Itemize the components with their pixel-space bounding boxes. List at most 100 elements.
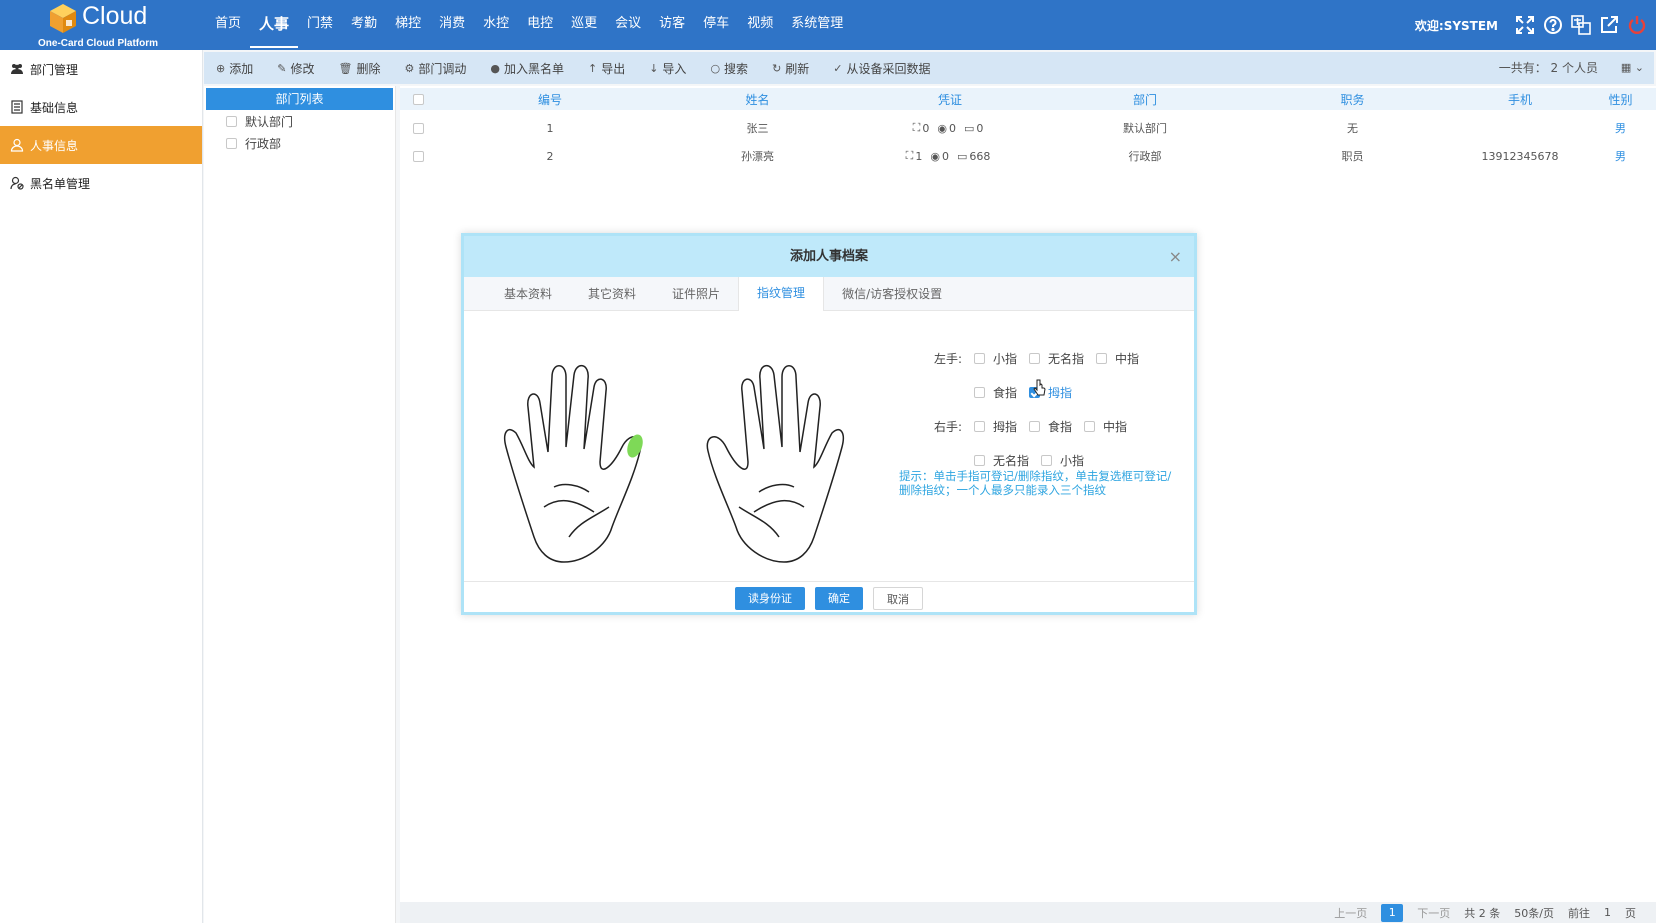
nav-personnel[interactable]: 人事 <box>250 0 299 48</box>
nav-water[interactable]: 水控 <box>474 0 518 48</box>
import-button[interactable]: ↓ 导入 <box>637 60 698 77</box>
group-icon <box>11 64 23 74</box>
close-icon[interactable]: × <box>1169 236 1182 277</box>
row-checkbox[interactable] <box>413 150 424 162</box>
dialog-footer: 读身份证 确定 取消 <box>464 582 1194 614</box>
sidebar: 部门管理 基础信息 人事信息 黑名单管理 <box>0 50 203 923</box>
transfer-button[interactable]: ⚙ 部门调动 <box>392 60 478 77</box>
logo: Cloud One-Card Cloud Platform <box>36 0 166 50</box>
sidebar-item-label: 部门管理 <box>30 62 79 77</box>
welcome-text: 欢迎:SYSTEM <box>1414 18 1498 33</box>
edit-button[interactable]: ✎ 修改 <box>265 60 326 77</box>
fullscreen-icon[interactable] <box>1514 14 1536 36</box>
table-row[interactable]: 2 孙漂亮 ⛶ 1 ◉ 0 ▭ 668 行政部 职员 13912345678 男 <box>400 144 1656 168</box>
goto-page-input[interactable]: 1 <box>1604 906 1611 919</box>
col-phone[interactable]: 手机 <box>1455 91 1585 108</box>
pencil-icon: ✎ <box>277 61 287 75</box>
left-thumb-highlight[interactable] <box>624 432 645 459</box>
nav-system[interactable]: 系统管理 <box>782 0 852 48</box>
delete-button[interactable]: 🗑 删除 <box>326 60 392 77</box>
left-hand[interactable] <box>504 365 646 563</box>
right-little-option[interactable]: 小指 <box>1041 452 1084 469</box>
sidebar-item-basic-info[interactable]: 基础信息 <box>0 88 202 126</box>
prev-page-button[interactable]: 上一页 <box>1334 905 1367 921</box>
nav-consumption[interactable]: 消费 <box>430 0 474 48</box>
page-number-current[interactable]: 1 <box>1381 903 1404 922</box>
page-size-select[interactable]: 50条/页 <box>1514 905 1554 921</box>
next-page-button[interactable]: 下一页 <box>1417 905 1450 921</box>
card-icon: ▭ <box>956 149 968 163</box>
checkbox[interactable] <box>226 137 237 149</box>
nav-parking[interactable]: 停车 <box>694 0 738 48</box>
trash-icon: 🗑 <box>338 61 353 75</box>
nav-visitor[interactable]: 访客 <box>650 0 694 48</box>
checkbox[interactable] <box>226 115 237 127</box>
tab-wechat-visitor[interactable]: 微信/访客授权设置 <box>824 277 960 311</box>
tab-other-info[interactable]: 其它资料 <box>570 277 654 311</box>
left-little-option[interactable]: 小指 <box>974 350 1017 367</box>
blacklist-button[interactable]: ● 加入黑名单 <box>478 60 576 77</box>
nav-attendance[interactable]: 考勤 <box>342 0 386 48</box>
nav-elevator[interactable]: 梯控 <box>386 0 430 48</box>
brand-name: Cloud <box>82 2 148 30</box>
dept-item-default[interactable]: 默认部门 <box>204 110 395 132</box>
external-link-icon[interactable] <box>1598 14 1620 36</box>
confirm-button[interactable]: 确定 <box>815 586 863 610</box>
collect-device-data-button[interactable]: ✓ 从设备采回数据 <box>821 60 942 77</box>
col-id[interactable]: 编号 <box>445 91 655 108</box>
col-name[interactable]: 姓名 <box>655 91 860 108</box>
total-records: 共 2 条 <box>1464 906 1501 920</box>
left-middle-option[interactable]: 中指 <box>1096 350 1139 367</box>
check-icon: ✓ <box>833 61 843 75</box>
sidebar-item-personnel-info[interactable]: 人事信息 <box>0 126 202 164</box>
nav-video[interactable]: 视频 <box>738 0 782 48</box>
sidebar-item-department[interactable]: 部门管理 <box>0 50 202 88</box>
cancel-button[interactable]: 取消 <box>873 586 923 610</box>
hands-diagram[interactable] <box>494 337 854 567</box>
right-hand[interactable] <box>706 365 844 563</box>
document-icon <box>11 100 23 114</box>
top-right-tools: 欢迎:SYSTEM <box>1415 0 1648 50</box>
col-credential[interactable]: 凭证 <box>860 91 1040 108</box>
dept-item-admin[interactable]: 行政部 <box>204 132 395 154</box>
read-id-card-button[interactable]: 读身份证 <box>735 586 805 610</box>
nav-home[interactable]: 首页 <box>206 0 250 48</box>
nav-patrol[interactable]: 巡更 <box>562 0 606 48</box>
right-thumb-option[interactable]: 拇指 <box>974 418 1017 435</box>
table-header: 编号 姓名 凭证 部门 职务 手机 性别 <box>400 88 1656 110</box>
col-gender[interactable]: 性别 <box>1585 91 1656 108</box>
power-icon[interactable] <box>1626 14 1648 36</box>
warning-icon: ● <box>490 61 500 75</box>
page-unit: 页 <box>1625 906 1636 920</box>
search-button[interactable]: ○ 搜索 <box>698 60 760 77</box>
finger-options: 左手: 小指 无名指 中指 食指 拇指 右手: 拇指 食指 中指 无名指 小指 <box>934 341 1194 477</box>
search-icon: ○ <box>710 61 721 75</box>
tab-fingerprint[interactable]: 指纹管理 <box>738 276 825 311</box>
card-icon: ▭ <box>963 121 975 135</box>
tab-id-photo[interactable]: 证件照片 <box>654 277 738 311</box>
select-all-checkbox[interactable] <box>413 93 424 105</box>
add-button[interactable]: ⊕ 添加 <box>204 60 265 77</box>
language-icon[interactable] <box>1570 14 1592 36</box>
export-button[interactable]: ↑ 导出 <box>576 60 637 77</box>
nav-access[interactable]: 门禁 <box>298 0 342 48</box>
right-index-option[interactable]: 食指 <box>1029 418 1072 435</box>
col-department[interactable]: 部门 <box>1040 91 1250 108</box>
fingerprint-icon: ◉ <box>930 149 940 163</box>
user-block-icon <box>10 176 24 190</box>
grid-view-icon[interactable]: ▦ ⌄ <box>1621 52 1644 84</box>
row-checkbox[interactable] <box>413 122 424 134</box>
cube-logo-icon <box>50 4 76 33</box>
nav-meeting[interactable]: 会议 <box>606 0 650 48</box>
nav-power[interactable]: 电控 <box>518 0 562 48</box>
help-icon[interactable] <box>1542 14 1564 36</box>
refresh-button[interactable]: ↻ 刷新 <box>760 60 821 77</box>
right-ring-option[interactable]: 无名指 <box>974 452 1029 469</box>
left-index-option[interactable]: 食指 <box>974 384 1017 401</box>
table-row[interactable]: 1 张三 ⛶ 0 ◉ 0 ▭ 0 默认部门 无 男 <box>400 116 1656 140</box>
left-ring-option[interactable]: 无名指 <box>1029 350 1084 367</box>
right-middle-option[interactable]: 中指 <box>1084 418 1127 435</box>
col-title[interactable]: 职务 <box>1250 91 1455 108</box>
tab-basic-info[interactable]: 基本资料 <box>464 277 570 311</box>
sidebar-item-blacklist[interactable]: 黑名单管理 <box>0 164 202 202</box>
